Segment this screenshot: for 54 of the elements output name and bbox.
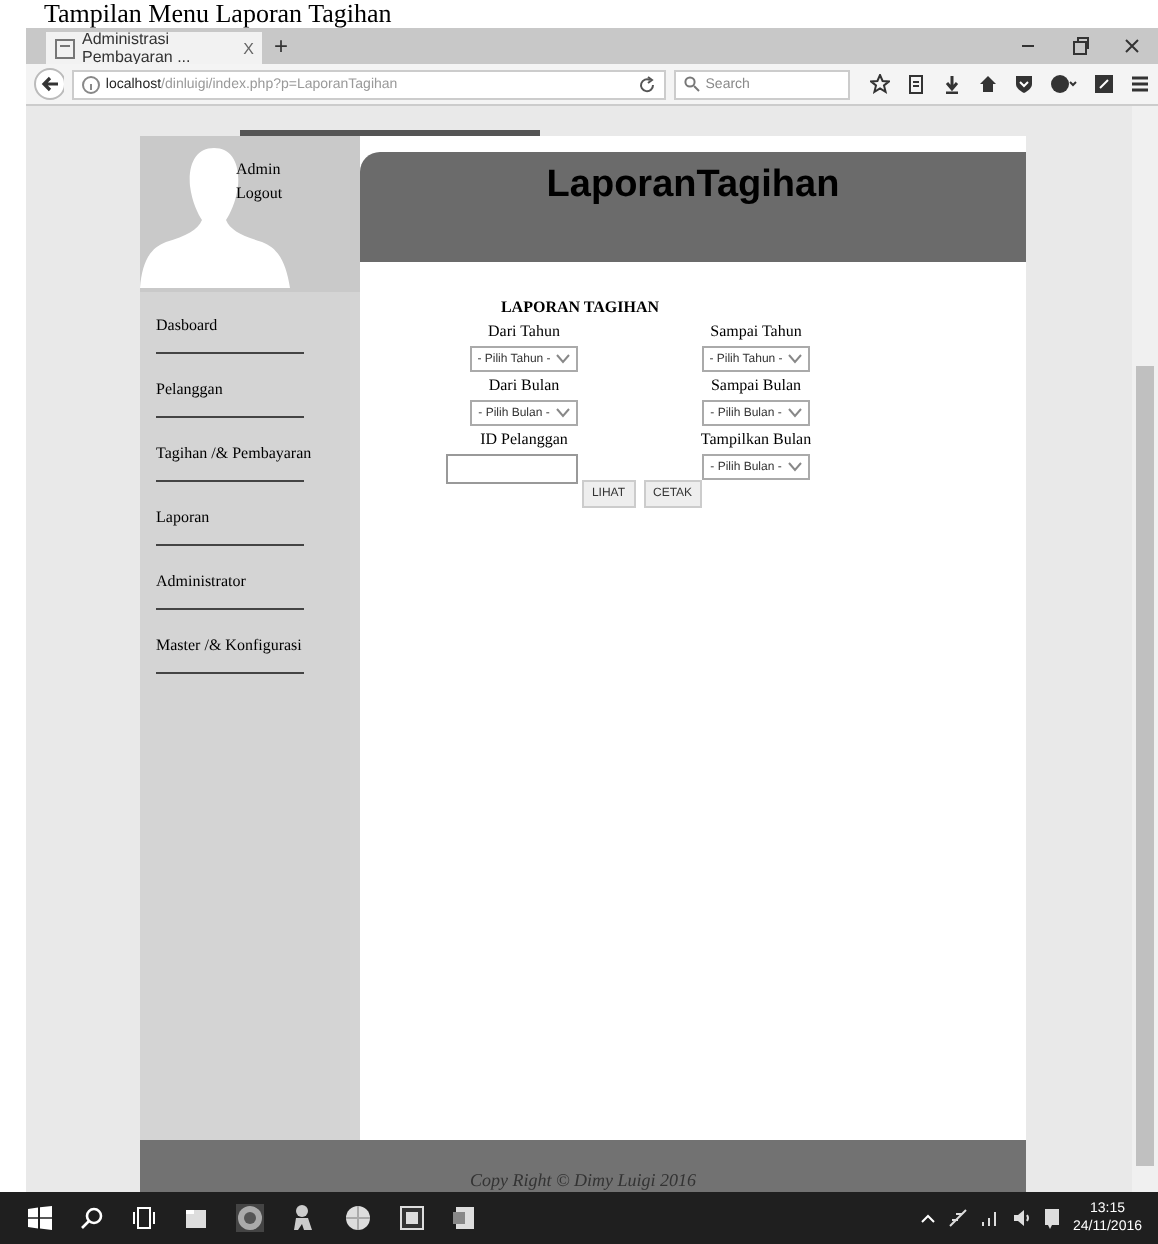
- page-title: LaporanTagihan: [546, 164, 840, 208]
- browser-icon[interactable]: [236, 1204, 264, 1232]
- scrollbar[interactable]: [1132, 106, 1158, 1192]
- user-name: Admin: [236, 160, 281, 178]
- document-icon[interactable]: [452, 1206, 476, 1230]
- menu-item[interactable]: Laporan: [156, 500, 304, 546]
- home-icon[interactable]: [978, 74, 998, 94]
- close-tab-button[interactable]: X: [243, 39, 254, 57]
- caret-icon: [788, 354, 803, 364]
- download-icon[interactable]: [942, 74, 962, 94]
- menu-item[interactable]: Master /& Konfigurasi: [156, 628, 304, 674]
- speaker-icon[interactable]: [1012, 1208, 1033, 1228]
- reload-icon[interactable]: [637, 75, 656, 93]
- field-label: Sampai Bulan: [710, 376, 802, 394]
- page-icon: [54, 37, 76, 59]
- menu-icon[interactable]: [1130, 74, 1150, 94]
- caret-icon: [787, 408, 802, 418]
- field-label: Sampai Tahun: [710, 322, 802, 340]
- network-icon[interactable]: [948, 1208, 969, 1228]
- figure-icon[interactable]: [292, 1204, 316, 1232]
- windows-icon[interactable]: [28, 1206, 52, 1230]
- menu-item[interactable]: Administrator: [156, 564, 304, 610]
- info-icon: [81, 75, 100, 93]
- search-icon[interactable]: [80, 1206, 104, 1230]
- field-label: ID Pelanggan: [480, 430, 568, 448]
- document-caption: Tampilan Menu Laporan Tagihan: [42, 0, 392, 28]
- star-icon[interactable]: [870, 74, 890, 94]
- chevron-up-icon[interactable]: [920, 1212, 937, 1224]
- copyright-text: Copy Right © Dimy Luigi 2016: [469, 1170, 697, 1190]
- close-icon[interactable]: [1122, 36, 1142, 56]
- field-label: Dari Tahun: [488, 322, 560, 340]
- caret-icon: [556, 354, 571, 364]
- new-tab-button[interactable]: +: [274, 32, 289, 60]
- caret-icon: [787, 462, 802, 472]
- form-title: LAPORAN TAGIHAN: [500, 298, 660, 316]
- caret-icon: [555, 408, 570, 418]
- clipboard-icon[interactable]: [906, 74, 926, 94]
- wifi-icon[interactable]: [980, 1208, 1001, 1228]
- app-icon[interactable]: [400, 1206, 424, 1230]
- logout-link[interactable]: Logout: [236, 184, 283, 202]
- back-icon[interactable]: [34, 68, 64, 100]
- field-label: Dari Bulan: [488, 376, 560, 394]
- menu-item[interactable]: Pelanggan: [156, 372, 304, 418]
- menu-item[interactable]: Dasboard: [156, 308, 304, 354]
- browser-tab[interactable]: Administrasi Pembayaran ... X: [46, 32, 262, 64]
- notification-icon[interactable]: [1044, 1207, 1061, 1229]
- field-label: Tampilkan Bulan: [700, 430, 812, 448]
- folder-icon[interactable]: [184, 1206, 208, 1230]
- shield-icon[interactable]: [1014, 74, 1034, 94]
- task-view-icon[interactable]: [132, 1206, 156, 1230]
- search-icon: [683, 76, 700, 92]
- tab-title: Administrasi Pembayaran ...: [82, 30, 193, 66]
- restore-icon[interactable]: [1070, 36, 1090, 56]
- text-field[interactable]: [446, 454, 578, 484]
